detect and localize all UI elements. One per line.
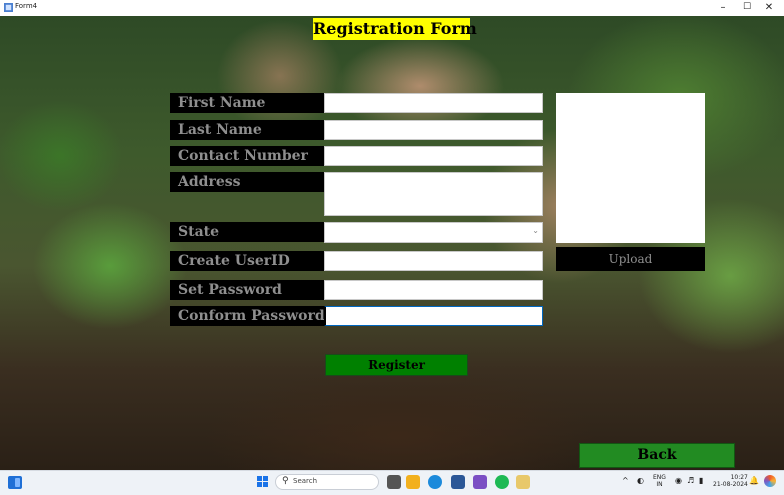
set-password-label: Set Password [170, 280, 324, 300]
widgets-icon[interactable] [8, 476, 22, 489]
file-explorer-icon[interactable] [406, 475, 420, 489]
region-code: IN [656, 481, 663, 488]
last-name-field[interactable] [324, 120, 543, 140]
state-label: State [170, 222, 324, 242]
notification-icon[interactable]: 🔔 [749, 477, 759, 485]
minimize-icon[interactable]: – [712, 0, 734, 16]
close-icon[interactable]: ✕ [758, 0, 780, 16]
chevron-up-icon[interactable]: ^ [622, 477, 629, 485]
language-code: ENG [653, 474, 666, 481]
state-select[interactable]: ⌄ [324, 222, 543, 243]
create-userid-label: Create UserID [170, 251, 324, 271]
search-placeholder: Search [293, 477, 318, 485]
upload-button[interactable]: Upload [556, 247, 705, 271]
copilot-icon[interactable]: ◐ [637, 477, 644, 485]
photo-preview-box [556, 93, 705, 243]
app-icon [4, 3, 13, 12]
volume-icon[interactable]: ♬ [687, 477, 694, 485]
taskbar: ⚲ Search ^ ◐ ENG IN ◉ ♬ ▮ 10:27 21-08-20… [0, 470, 784, 495]
first-name-label: First Name [170, 93, 324, 113]
maximize-icon[interactable]: ☐ [736, 0, 758, 16]
conform-password-field[interactable] [324, 306, 543, 326]
task-view-icon[interactable] [387, 475, 401, 489]
first-name-field[interactable] [324, 93, 543, 113]
language-indicator[interactable]: ENG IN [653, 474, 666, 488]
taskbar-search-box[interactable]: ⚲ Search [275, 474, 379, 490]
spotify-icon[interactable] [495, 475, 509, 489]
register-button[interactable]: Register [325, 354, 468, 376]
title-bar[interactable]: Form4 – ☐ ✕ [0, 0, 784, 17]
address-field[interactable] [324, 172, 543, 216]
form-heading: Registration Form [313, 18, 477, 40]
back-button[interactable]: Back [579, 443, 735, 468]
network-icon[interactable]: ◉ [675, 477, 682, 485]
store-icon[interactable] [451, 475, 465, 489]
copilot-app-icon[interactable] [764, 475, 776, 487]
visual-studio-icon[interactable] [473, 475, 487, 489]
last-name-label: Last Name [170, 120, 324, 140]
conform-password-label: Conform Password [170, 306, 324, 326]
address-label: Address [170, 172, 324, 192]
set-password-field[interactable] [324, 280, 543, 300]
chevron-down-icon[interactable]: ⌄ [532, 226, 539, 235]
form-app-icon[interactable] [516, 475, 530, 489]
window-title: Form4 [15, 2, 38, 10]
contact-number-field[interactable] [324, 146, 543, 166]
form4-window: Form4 – ☐ ✕ Registration Form First Name… [0, 0, 784, 494]
search-icon: ⚲ [282, 476, 289, 486]
edge-icon[interactable] [428, 475, 442, 489]
start-icon[interactable] [257, 476, 269, 488]
clock-date: 21-08-2024 [713, 481, 748, 488]
contact-number-label: Contact Number [170, 146, 324, 166]
battery-icon[interactable]: ▮ [699, 477, 703, 485]
clock-time: 10:27 [730, 474, 748, 481]
form-client-area: Registration Form First Name Last Name C… [0, 16, 784, 470]
clock[interactable]: 10:27 21-08-2024 [713, 474, 748, 488]
create-userid-field[interactable] [324, 251, 543, 271]
